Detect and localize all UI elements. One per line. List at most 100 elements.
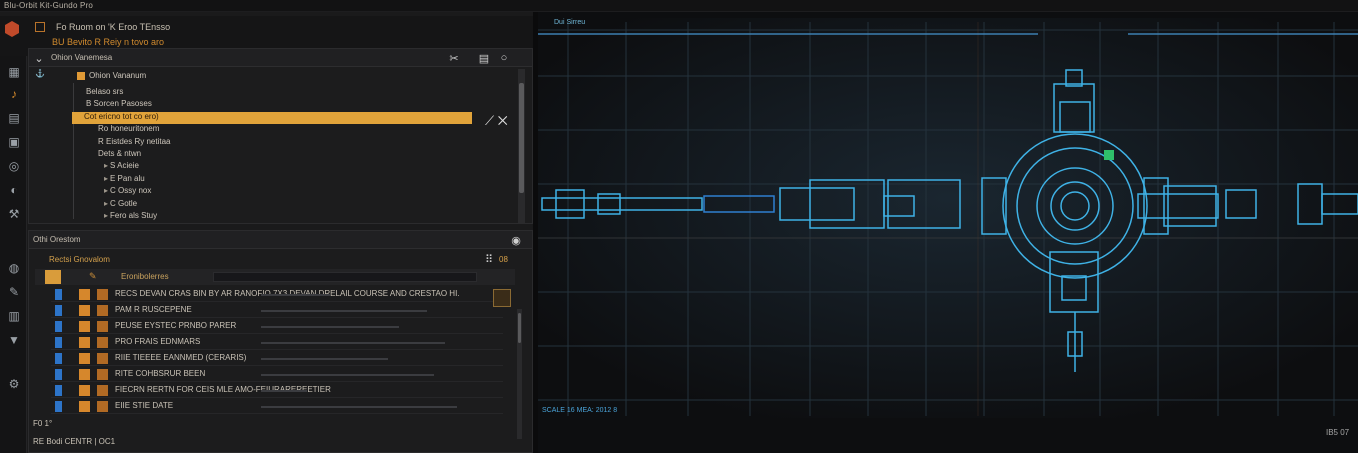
preview-thumb[interactable]	[493, 289, 511, 307]
filter-icon[interactable]: ▤	[477, 51, 491, 65]
outliner-root[interactable]: Ohion Vananum	[77, 71, 146, 83]
visibility-icon[interactable]	[97, 385, 108, 396]
lock-icon[interactable]: ▤	[6, 110, 22, 126]
visibility-icon[interactable]	[97, 353, 108, 364]
property-row-label: PAM R RUSCEPENE	[115, 305, 192, 314]
tab-label[interactable]: Eronibolerres	[121, 272, 169, 281]
outliner-item[interactable]: ▸ E Pan alu	[104, 174, 145, 186]
visibility-icon[interactable]	[97, 321, 108, 332]
outliner-scroll-thumb[interactable]	[519, 83, 524, 193]
outliner-item[interactable]: Cot ericno tot co ero)	[72, 111, 472, 124]
outliner-item[interactable]: Belaso srs	[80, 87, 123, 99]
property-row[interactable]: RITE COHBSRUR BEEN	[51, 367, 503, 382]
material-icon[interactable]	[79, 385, 90, 396]
property-row[interactable]: EIIE STIE DATE	[51, 399, 503, 414]
property-row-bar	[261, 358, 388, 360]
viewport-coords: IB5 07	[1326, 428, 1350, 437]
edit-icon[interactable]: ✎	[89, 271, 97, 282]
outliner-item-label: B Sorcen Pasoses	[86, 99, 152, 109]
property-scroll-thumb[interactable]	[518, 313, 521, 343]
outliner-item-label: Ro honeuritonem	[98, 124, 160, 134]
property-row-bar	[261, 406, 457, 408]
property-row[interactable]: RECS DEVAN CRAS BIN BY AR RANOFIO 7X3 DE…	[51, 287, 503, 302]
material-icon[interactable]	[79, 353, 90, 364]
outliner-tool-icon[interactable]: ⚓	[35, 69, 45, 81]
properties-subheader: Rectsi Gnovalom ⠿ 08	[33, 253, 529, 267]
document-icon[interactable]: ▥	[6, 308, 22, 324]
outliner-item[interactable]: R Eistdes Ry netitaa	[92, 137, 170, 149]
property-row-bar	[261, 326, 399, 328]
blueprint-viewport[interactable]: Dui Sirreu SCALE 16 MEA: 2012 8 IB5 07	[538, 12, 1358, 453]
property-row[interactable]: PAM R RUSCEPENE	[51, 303, 503, 318]
triangle-icon[interactable]: ▼	[6, 332, 22, 348]
property-row-bar	[261, 310, 427, 312]
property-row[interactable]: RIIE TIEEEE EANNMED (CERARIS)	[51, 351, 503, 366]
globe-icon[interactable]: ◍	[6, 260, 22, 276]
property-row[interactable]: PEUSE EYSTEC PRNBO PARER	[51, 319, 503, 334]
material-icon[interactable]	[79, 401, 90, 412]
wrench-icon[interactable]: ⚒	[6, 206, 22, 222]
material-icon[interactable]	[79, 289, 90, 300]
blueprint-canvas[interactable]: Dui Sirreu SCALE 16 MEA: 2012 8	[538, 12, 1358, 453]
visibility-icon[interactable]	[97, 369, 108, 380]
mask-icon[interactable]: ◐	[6, 182, 22, 198]
transform-tool-icon[interactable]: ⟋ ✕	[485, 113, 508, 129]
tab-strip: ✎ Eronibolerres	[35, 269, 515, 285]
active-tab-swatch[interactable]	[45, 270, 61, 284]
property-row-label: RIIE TIEEEE EANNMED (CERARIS)	[115, 353, 247, 362]
pin-icon[interactable]: ✂	[447, 51, 461, 65]
node-marker	[1104, 150, 1114, 160]
brush-icon[interactable]: ✎	[6, 284, 22, 300]
outliner-item[interactable]: Ro honeuritonem	[92, 124, 159, 136]
grid-icon[interactable]: ▦	[6, 64, 22, 80]
properties-count: 08	[499, 255, 508, 264]
properties-title: Othi Orestom	[33, 235, 81, 244]
material-icon[interactable]	[79, 369, 90, 380]
property-row-label: PRO FRAIS EDNMARS	[115, 337, 201, 346]
settings-icon[interactable]: ⚙	[6, 376, 22, 392]
property-row-bar	[261, 342, 445, 344]
object-type-icon	[55, 321, 62, 332]
outliner-item[interactable]: Dets & ntwn	[92, 149, 141, 161]
dots-icon[interactable]: ⠿	[485, 253, 493, 266]
chevron-icon[interactable]: ⌄	[32, 51, 46, 65]
material-icon[interactable]	[79, 337, 90, 348]
ear-icon[interactable]: ♪	[6, 86, 22, 102]
property-row-bar	[261, 374, 434, 376]
outliner-scrollbar[interactable]	[518, 69, 525, 223]
outliner-item-label: Cot ericno tot co ero)	[84, 111, 159, 121]
property-row-label: PEUSE EYSTEC PRNBO PARER	[115, 321, 237, 330]
property-list: RECS DEVAN CRAS BIN BY AR RANOFIO 7X3 DE…	[29, 287, 529, 437]
property-row[interactable]: PRO FRAIS EDNMARS	[51, 335, 503, 350]
property-row-bar	[261, 294, 330, 296]
outliner-item[interactable]: ▸ C Gotle	[104, 199, 137, 211]
visibility-icon[interactable]	[97, 289, 108, 300]
visibility-icon[interactable]	[97, 305, 108, 316]
visibility-icon[interactable]	[97, 401, 108, 412]
visibility-icon[interactable]	[97, 337, 108, 348]
outliner-item-label: Dets & ntwn	[98, 149, 142, 158]
viewport-label: Dui Sirreu	[554, 19, 585, 26]
globe-toggle-icon[interactable]: ◉	[509, 233, 523, 247]
window-title: Blu-Orbit Kit-Gundo Pro	[4, 1, 94, 10]
object-type-icon	[55, 337, 62, 348]
property-row[interactable]: FIECRN RERTN FOR CEIS MLE AMO-FEIURARERE…	[51, 383, 503, 398]
spiral-icon[interactable]: ◎	[6, 158, 22, 174]
outliner-item[interactable]: ▸ C Ossy nox	[104, 186, 151, 198]
app-logo-icon	[5, 21, 19, 37]
outliner-item[interactable]: ▸ S Acieie	[104, 161, 139, 173]
project-square-icon[interactable]	[35, 22, 45, 32]
search-icon[interactable]: ○	[497, 51, 511, 65]
object-type-icon	[55, 369, 62, 380]
property-row-bar	[261, 390, 307, 392]
outliner-item-label: Fero als Stuy	[110, 211, 158, 220]
outliner-tree: Belaso srs B Sorcen Pasoses Cot ericno tot…	[72, 83, 483, 220]
material-icon[interactable]	[79, 305, 90, 316]
property-row-label: EIIE STIE DATE	[115, 401, 174, 410]
filter-input[interactable]	[213, 272, 477, 282]
outliner-item[interactable]: B Sorcen Pasoses	[80, 99, 152, 111]
layers-icon[interactable]: ▣	[6, 134, 22, 150]
outliner-item[interactable]: ▸ Fero als Stuy	[104, 211, 157, 223]
material-icon[interactable]	[79, 321, 90, 332]
property-scrollbar[interactable]	[517, 309, 522, 439]
